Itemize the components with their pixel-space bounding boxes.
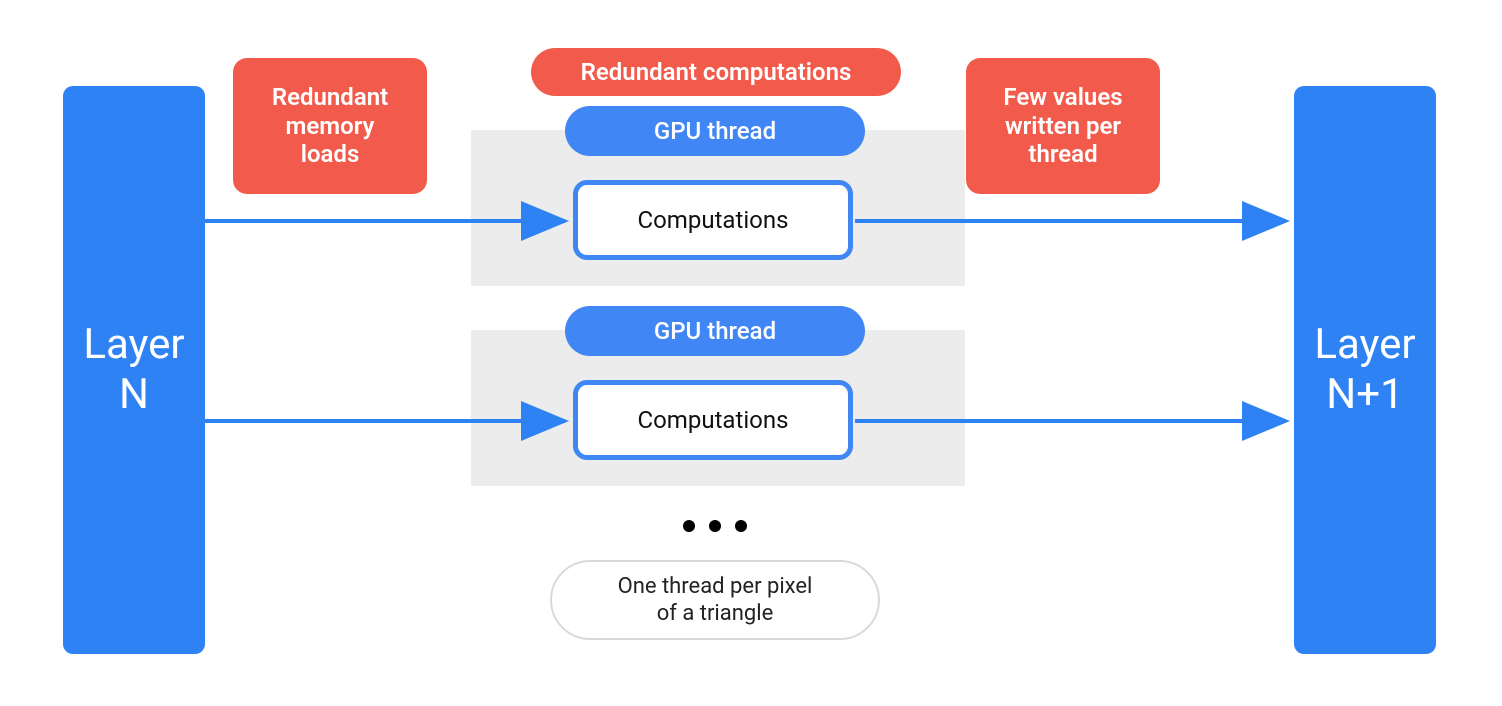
callout-redundant-memory-loads: Redundant memory loads	[233, 58, 427, 194]
footer-one-thread-pill: One thread per pixel of a triangle	[550, 560, 880, 640]
computations-0-label: Computations	[638, 206, 789, 234]
layer-n1-box: Layer N+1	[1294, 86, 1436, 654]
few-values-text: Few values written per thread	[1003, 83, 1122, 169]
footer-pill-text: One thread per pixel of a triangle	[618, 573, 813, 628]
dot-icon	[709, 520, 721, 532]
computations-box-0: Computations	[573, 180, 853, 260]
gpu-thread-pill-1-label: GPU thread	[654, 317, 776, 345]
layer-n1-label: Layer N+1	[1314, 320, 1415, 421]
redundant-computations-text: Redundant computations	[581, 58, 852, 87]
gpu-thread-pill-0: GPU thread	[565, 106, 865, 156]
redundant-memory-text: Redundant memory loads	[272, 83, 388, 169]
gpu-thread-pill-1: GPU thread	[565, 306, 865, 356]
ellipsis-icon	[680, 520, 750, 532]
computations-box-1: Computations	[573, 380, 853, 460]
gpu-thread-pill-0-label: GPU thread	[654, 117, 776, 145]
dot-icon	[735, 520, 747, 532]
callout-redundant-computations: Redundant computations	[531, 48, 901, 96]
layer-n-box: Layer N	[63, 86, 205, 654]
callout-few-values: Few values written per thread	[966, 58, 1160, 194]
computations-1-label: Computations	[638, 406, 789, 434]
layer-n-label: Layer N	[83, 320, 184, 421]
dot-icon	[683, 520, 695, 532]
